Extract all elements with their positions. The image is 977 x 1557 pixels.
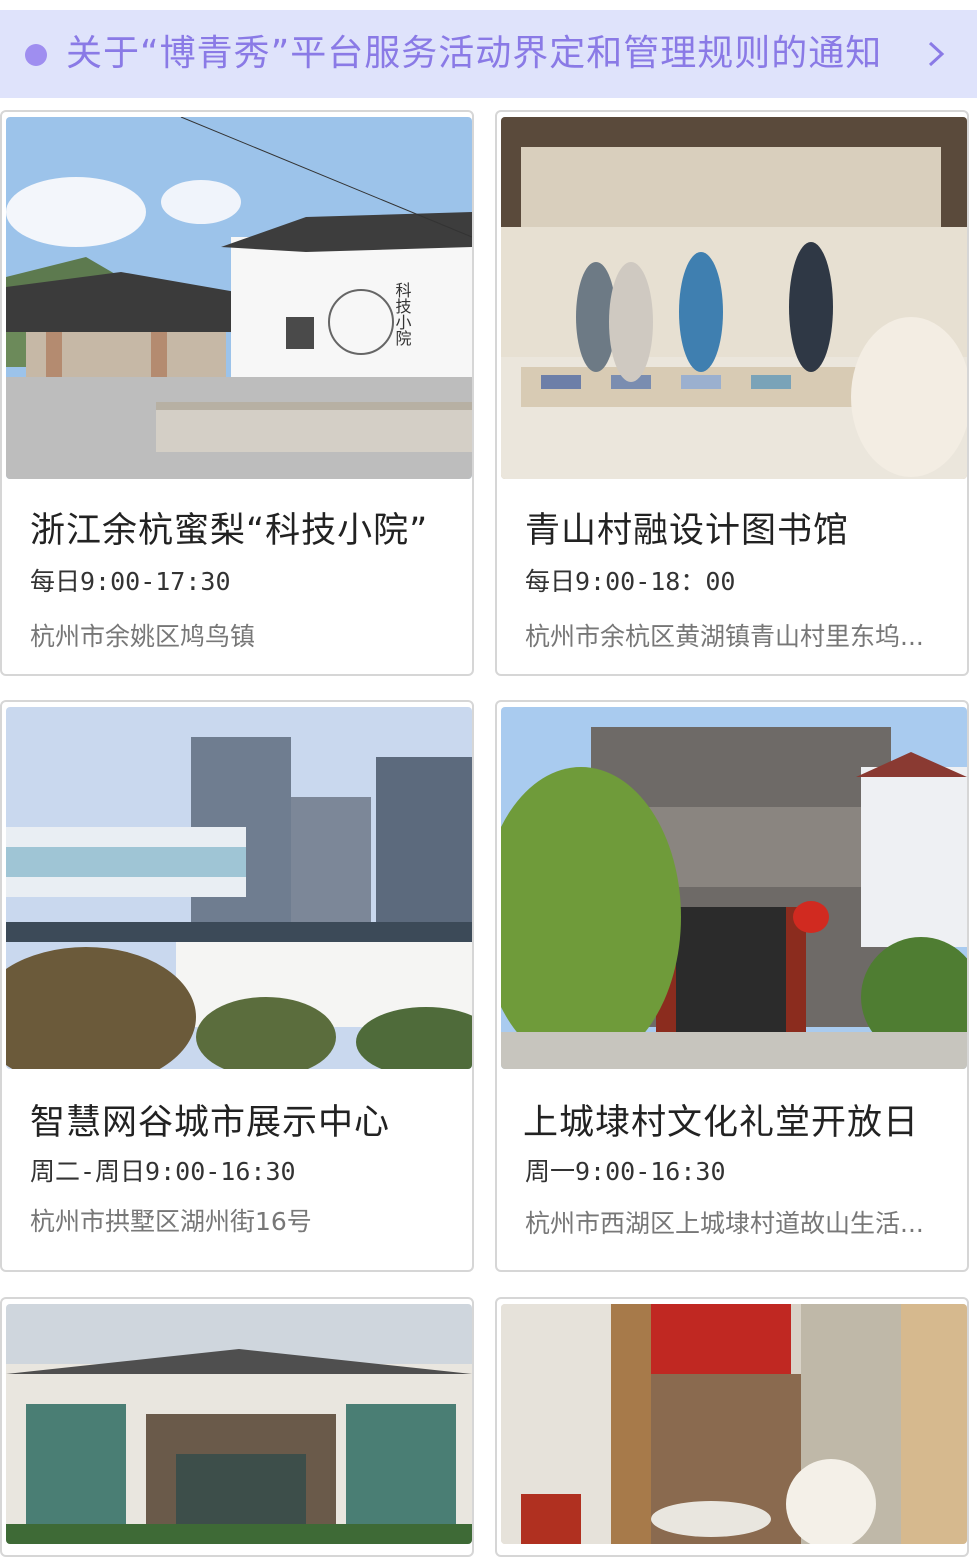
- venue-card[interactable]: 青山村融设计图书馆 每日9:00-18：00 杭州市余杭区黄湖镇青山村里东坞..…: [495, 110, 969, 676]
- venue-photo: 科技小院: [6, 117, 472, 479]
- venue-address: 杭州市余杭区黄湖镇青山村里东坞...: [525, 622, 924, 651]
- venue-photo: [501, 1304, 967, 1544]
- venue-photo: [6, 707, 472, 1069]
- sign-text: 科技小院: [393, 282, 412, 347]
- venue-photo: [501, 707, 967, 1069]
- venue-card[interactable]: [0, 1297, 474, 1557]
- venue-hours: 周一9:00-16:30: [525, 1157, 726, 1186]
- venue-card[interactable]: 智慧网谷城市展示中心 周二-周日9:00-16:30 杭州市拱墅区湖州街16号: [0, 700, 474, 1272]
- notice-text: 关于“博青秀”平台服务活动界定和管理规则的通知: [66, 33, 883, 74]
- bullet-dot-icon: [25, 44, 47, 66]
- venue-photo: [501, 117, 967, 479]
- venue-photo: [6, 1304, 472, 1544]
- chevron-right-icon[interactable]: [922, 40, 950, 68]
- venue-title: 浙江余杭蜜梨“科技小院”: [30, 511, 429, 551]
- venue-address: 杭州市拱墅区湖州街16号: [30, 1207, 312, 1236]
- venue-card[interactable]: [495, 1297, 969, 1557]
- venue-card[interactable]: 上城埭村文化礼堂开放日 周一9:00-16:30 杭州市西湖区上城埭村道故山生活…: [495, 700, 969, 1272]
- venue-hours: 每日9:00-17:30: [30, 567, 231, 596]
- venue-hours: 周二-周日9:00-16:30: [30, 1157, 296, 1186]
- venue-title: 智慧网谷城市展示中心: [30, 1103, 391, 1143]
- venue-title: 青山村融设计图书馆: [525, 511, 850, 551]
- notice-banner[interactable]: 关于“博青秀”平台服务活动界定和管理规则的通知: [0, 10, 977, 98]
- venue-address: 杭州市余姚区鸠鸟镇: [30, 622, 256, 651]
- venue-hours: 每日9:00-18：00: [525, 567, 736, 596]
- venue-title: 上城埭村文化礼堂开放日: [523, 1103, 920, 1143]
- venue-card[interactable]: 科技小院 浙江余杭蜜梨“科技小院” 每日9:00-17:30 杭州市余姚区鸠鸟镇: [0, 110, 474, 676]
- venue-address: 杭州市西湖区上城埭村道故山生活...: [525, 1209, 924, 1238]
